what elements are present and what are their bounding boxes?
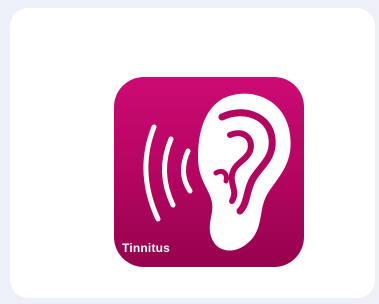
- sound-wave-outer: [143, 124, 161, 222]
- sound-wave-inner: [181, 148, 193, 194]
- ear-icon: [143, 93, 291, 251]
- sound-wave-middle: [161, 136, 176, 208]
- app-card: Tinnitus: [10, 8, 375, 298]
- tinnitus-app-icon[interactable]: Tinnitus: [114, 77, 304, 267]
- app-name-label: Tinnitus: [122, 241, 171, 255]
- ear-outline: [198, 93, 291, 251]
